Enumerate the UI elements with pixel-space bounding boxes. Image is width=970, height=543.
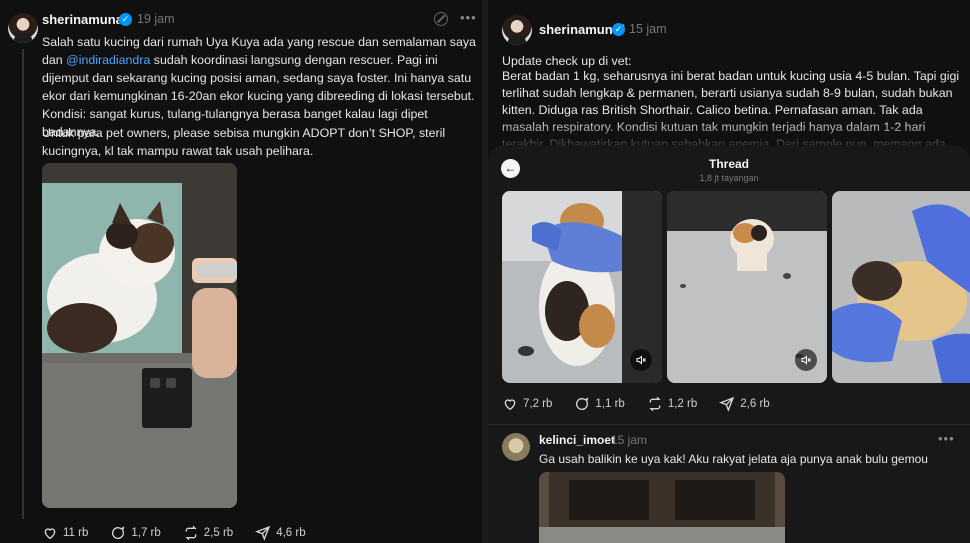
repost-icon (185, 525, 197, 541)
share-count: 4,6 rb (276, 527, 306, 539)
share-button[interactable]: 4,6 rb (255, 525, 306, 541)
more-icon[interactable]: ••• (938, 431, 955, 446)
like-button[interactable]: 7,2 rb (502, 396, 552, 412)
share-icon (719, 396, 735, 412)
heart-icon (504, 399, 516, 411)
right-post-panel: sherinamunaf ✓ 15 jam Update check up di… (488, 0, 970, 543)
repost-button[interactable]: 2,5 rb (183, 525, 233, 541)
cat-photo-image (42, 163, 237, 508)
reply-text: Ga usah balikin ke uya kak! Aku rakyat j… (539, 452, 928, 466)
comment-icon (576, 397, 589, 410)
vet-photo-image (832, 191, 970, 383)
verified-badge-icon: ✓ (612, 23, 625, 36)
reply-count: 1,1 rb (595, 398, 625, 410)
vet-photo-3[interactable] (832, 191, 970, 383)
vet-photo-2[interactable] (667, 191, 827, 383)
repost-icon (649, 396, 661, 412)
post-time: 19 jam (137, 12, 175, 26)
mute-button[interactable] (630, 349, 652, 371)
thread-views: 1,8 jt tayangan (699, 173, 759, 183)
comment-icon (112, 526, 125, 539)
username[interactable]: sherinamunaf (42, 12, 127, 27)
more-icon[interactable]: ••• (460, 10, 477, 25)
vet-photo-1[interactable] (502, 191, 662, 383)
like-button[interactable]: 11 rb (42, 525, 88, 541)
thread-header: ← Thread 1,8 jt tayangan (488, 146, 970, 190)
reply-avatar[interactable] (502, 433, 530, 461)
post-actions: 7,2 rb 1,1 rb 1,2 rb 2,6 rb (502, 396, 792, 412)
reply-photo[interactable] (539, 472, 785, 543)
cat-photo[interactable] (42, 163, 237, 508)
mute-icon (636, 355, 646, 365)
mute-icon (801, 355, 811, 365)
repost-button[interactable]: 1,2 rb (647, 396, 697, 412)
reply-button[interactable]: 1,1 rb (574, 396, 625, 412)
reply-button[interactable]: 1,7 rb (110, 525, 161, 541)
reply-divider (488, 424, 970, 425)
repost-count: 2,5 rb (203, 527, 234, 539)
verified-badge-icon: ✓ (119, 13, 132, 26)
heart-icon (44, 528, 56, 540)
avatar[interactable] (8, 13, 38, 43)
like-count: 11 rb (63, 527, 89, 539)
avatar[interactable] (502, 15, 532, 45)
post-actions: 11 rb 1,7 rb 2,5 rb 4,6 rb (42, 525, 328, 541)
share-icon (255, 525, 271, 541)
mute-button[interactable] (795, 349, 817, 371)
edit-icon[interactable] (434, 12, 448, 26)
reply-count: 1,7 rb (131, 527, 161, 539)
share-count: 2,6 rb (740, 398, 770, 410)
post-text-paragraph: Untuk para pet owners, please sebisa mun… (42, 126, 446, 158)
thread-title: Thread (708, 157, 749, 171)
left-post-panel: sherinamunaf ✓ 19 jam ••• Salah satu kuc… (0, 0, 482, 543)
reply-username[interactable]: kelinci_imoet (539, 433, 615, 447)
share-button[interactable]: 2,6 rb (719, 396, 770, 412)
post-time: 15 jam (629, 22, 667, 36)
mention-link[interactable]: @indiradiandra (66, 53, 150, 67)
reply-time: 15 jam (611, 433, 648, 447)
thread-line (22, 49, 24, 519)
reply-photo-image (539, 472, 785, 543)
repost-count: 1,2 rb (667, 398, 698, 410)
like-count: 7,2 rb (523, 398, 553, 410)
